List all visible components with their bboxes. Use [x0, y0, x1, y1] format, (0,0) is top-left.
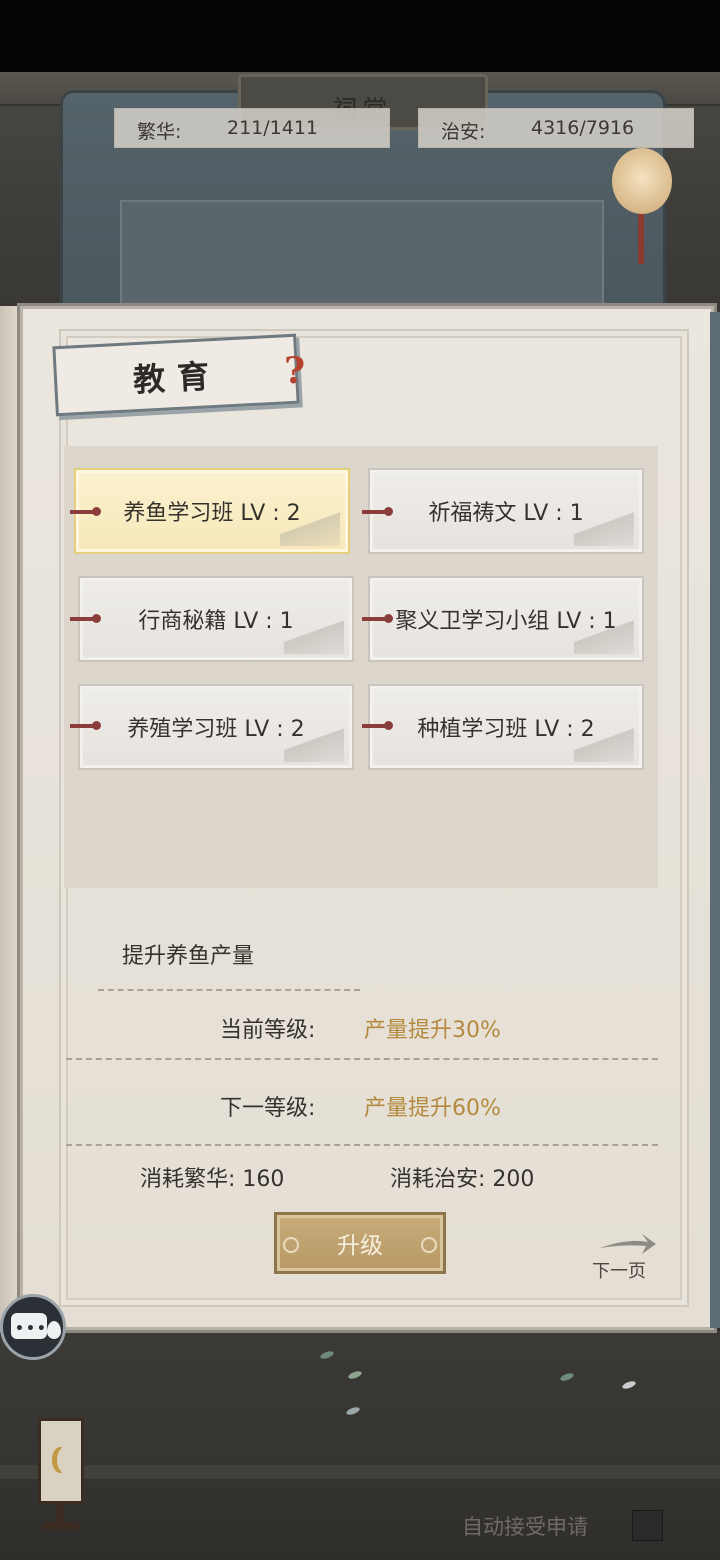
pin-icon	[70, 721, 101, 730]
upgrade-button[interactable]: 升级	[274, 1212, 446, 1274]
cost-security: 消耗治安: 200	[390, 1167, 535, 1192]
mountain-decoration	[574, 506, 634, 546]
security-stat: 治安: 4316/7916	[418, 108, 694, 148]
skill-guard-study-group[interactable]: 聚义卫学习小组 LV : 1	[368, 576, 644, 662]
pin-icon	[362, 614, 393, 623]
skill-label: 行商秘籍 LV : 1	[138, 609, 294, 634]
skill-label: 种植学习班 LV : 2	[417, 717, 595, 742]
mountain-decoration	[284, 614, 344, 654]
divider	[66, 1058, 658, 1060]
chat-dots: •••	[15, 1321, 48, 1337]
upgrade-button-label: 升级	[337, 1233, 383, 1259]
panel-title: 教育	[132, 356, 223, 400]
lamp-body	[38, 1418, 84, 1504]
skill-prayer-text[interactable]: 祈福祷文 LV : 1	[368, 468, 644, 554]
next-page-arrow-icon[interactable]	[598, 1230, 658, 1258]
auto-accept-checkbox[interactable]	[632, 1510, 663, 1541]
pin-icon	[362, 507, 393, 516]
title-banner: 教育	[52, 333, 300, 417]
mountain-decoration	[574, 722, 634, 762]
prosperity-stat: 繁华: 211/1411	[114, 108, 390, 148]
floor-edge	[0, 1465, 720, 1479]
auto-accept-label: 自动接受申请	[462, 1515, 588, 1539]
divider	[98, 989, 360, 991]
lamp-base	[42, 1522, 80, 1530]
mountain-decoration	[574, 614, 634, 654]
question-mark-icon[interactable]: ?	[284, 350, 310, 392]
mountain-decoration	[280, 506, 340, 546]
mountain-decoration	[284, 722, 344, 762]
prosperity-value: 211/1411	[227, 117, 319, 139]
lantern-icon	[612, 148, 672, 214]
pin-icon	[70, 614, 101, 623]
page-right-edge	[710, 312, 720, 1328]
next-level-label: 下一等级:	[220, 1096, 316, 1121]
current-level-label: 当前等级:	[220, 1018, 316, 1043]
lantern-tassel	[638, 214, 644, 264]
skill-label: 养鱼学习班 LV : 2	[123, 501, 301, 526]
skill-description: 提升养鱼产量	[122, 944, 255, 969]
security-value: 4316/7916	[531, 117, 635, 139]
skill-fish-farming-class[interactable]: 养鱼学习班 LV : 2	[74, 468, 350, 554]
background-floor	[0, 1330, 720, 1560]
skill-merchant-secrets[interactable]: 行商秘籍 LV : 1	[78, 576, 354, 662]
skill-breeding-class[interactable]: 养殖学习班 LV : 2	[78, 684, 354, 770]
chat-button[interactable]: •••	[0, 1294, 66, 1360]
skill-label: 祈福祷文 LV : 1	[428, 501, 584, 526]
skill-label: 养殖学习班 LV : 2	[127, 717, 305, 742]
background-screen-inner	[120, 200, 604, 314]
cost-prosperity: 消耗繁华: 160	[140, 1167, 285, 1192]
pin-icon	[70, 507, 101, 516]
skill-planting-class[interactable]: 种植学习班 LV : 2	[368, 684, 644, 770]
prosperity-label: 繁华:	[137, 121, 182, 143]
next-page-button[interactable]: 下一页	[592, 1257, 646, 1283]
chat-drop-icon	[47, 1321, 61, 1339]
divider	[66, 1144, 658, 1146]
current-level-value: 产量提升30%	[364, 1018, 501, 1043]
moon-icon	[57, 1447, 73, 1473]
next-level-value: 产量提升60%	[364, 1096, 501, 1121]
lamp-icon[interactable]	[34, 1418, 88, 1530]
status-bar-area	[0, 0, 720, 72]
security-label: 治安:	[441, 121, 486, 143]
game-screen: 祠堂 繁华: 211/1411 治安: 4316/7916 自动接受申请 教育 …	[0, 0, 720, 1560]
pin-icon	[362, 721, 393, 730]
